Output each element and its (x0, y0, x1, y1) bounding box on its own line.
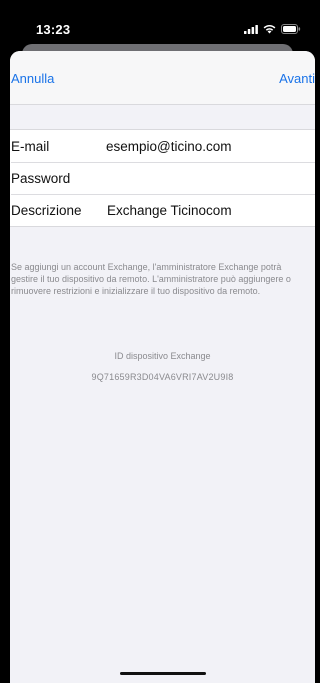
account-form: E-mail esempio@ticino.com Password Descr… (10, 129, 315, 227)
email-row[interactable]: E-mail esempio@ticino.com (10, 130, 315, 162)
status-icons (244, 24, 301, 34)
battery-icon (281, 24, 301, 34)
home-indicator[interactable] (119, 672, 206, 675)
next-button[interactable]: Avanti (279, 71, 315, 86)
signal-icon (244, 24, 258, 34)
email-label: E-mail (11, 138, 50, 154)
wifi-icon (263, 24, 276, 34)
description-field[interactable]: Exchange Ticinocom (107, 203, 232, 218)
cancel-button[interactable]: Annulla (11, 71, 54, 86)
exchange-account-sheet: Annulla Avanti E-mail esempio@ticino.com… (10, 51, 315, 683)
status-time: 13:23 (36, 22, 71, 37)
password-label: Password (11, 170, 71, 186)
description-row[interactable]: Descrizione Exchange Ticinocom (10, 194, 315, 226)
email-field[interactable]: esempio@ticino.com (106, 139, 232, 154)
status-bar: 13:23 (0, 0, 315, 44)
password-row[interactable]: Password (10, 162, 315, 194)
device-id-value: 9Q71659R3D04VA6VRI7AV2U9I8 (91, 372, 234, 382)
device-id-label: ID dispositivo Exchange (114, 351, 211, 361)
navigation-bar: Annulla Avanti (10, 51, 315, 105)
description-label: Descrizione (11, 202, 82, 218)
exchange-notice: Se aggiungi un account Exchange, l'ammin… (11, 262, 291, 296)
phone-screen: 13:23 Annulla Avanti E-mail esempio@tici… (0, 0, 315, 683)
